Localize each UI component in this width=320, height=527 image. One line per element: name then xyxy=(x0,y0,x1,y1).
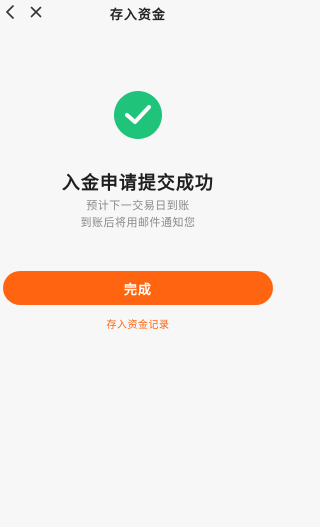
checkmark-circle-icon xyxy=(114,91,162,139)
page-title: 存入资金 xyxy=(109,8,166,23)
top-nav-bar: 存入资金 xyxy=(0,0,276,26)
done-button[interactable]: 完成 xyxy=(3,271,273,305)
result-description-line-2: 到账后将用邮件通知您 xyxy=(80,216,196,229)
deposit-records-link[interactable]: 存入资金记录 xyxy=(0,316,276,331)
result-description-line-1: 预计下一交易日到账 xyxy=(86,199,190,212)
app-screen: 存入资金 入金申请提交成功 预计下一交易日到账 到账后将用邮件通知您 完成 存入… xyxy=(0,0,276,527)
result-title: 入金申请提交成功 xyxy=(62,173,214,194)
